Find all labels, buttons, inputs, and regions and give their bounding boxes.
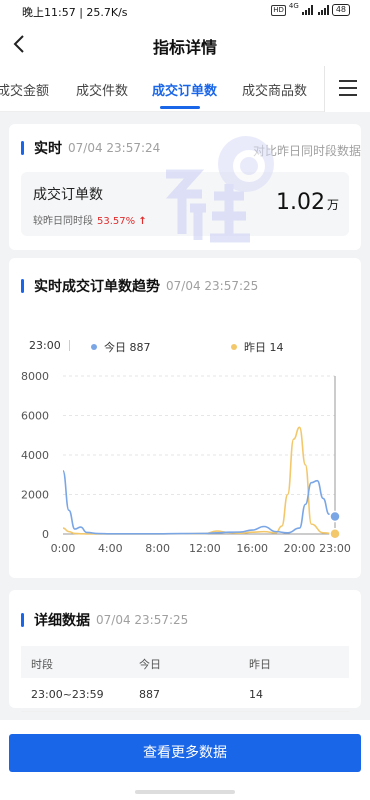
status-bar: 晚上11:57 | 25.7K/s HD 4G 48 xyxy=(0,0,370,22)
y-tick-label: 8000 xyxy=(21,370,49,383)
more-tabs-button[interactable] xyxy=(324,66,370,112)
x-tick-label: 12:00 xyxy=(189,542,221,555)
trend-card: 实时成交订单数趋势 07/04 23:57:25 23:00 今日 887 昨日… xyxy=(9,258,361,578)
detail-header: 详细数据 07/04 23:57:25 xyxy=(21,610,188,630)
section-marker xyxy=(21,141,24,155)
x-tick-label: 20:00 xyxy=(284,542,316,555)
compare-percent: 53.57% xyxy=(97,216,136,227)
series-line-yesterday xyxy=(62,426,336,535)
menu-icon xyxy=(339,80,357,96)
column-header-today: 今日 xyxy=(139,658,161,671)
realtime-card: 实时 07/04 23:57:24 对比昨日同时段数据 成交订单数 较昨日同时段… xyxy=(9,124,361,250)
legend-today: 今日 887 xyxy=(91,339,151,355)
cell-period: 23:00~23:59 xyxy=(31,688,104,701)
trend-header: 实时成交订单数趋势 07/04 23:57:25 xyxy=(21,276,258,296)
legend-time: 23:00 xyxy=(29,339,61,352)
metric-name: 成交订单数 xyxy=(33,187,103,203)
realtime-header: 实时 07/04 23:57:24 xyxy=(21,138,160,158)
metric-tabs: 成交金额 成交件数 成交订单数 成交商品数 xyxy=(0,66,370,112)
yesterday-dot-icon xyxy=(231,344,237,350)
detail-card: 详细数据 07/04 23:57:25 时段 今日 昨日 23:00~23:59… xyxy=(9,590,361,712)
x-tick-label: 23:00 xyxy=(319,542,351,555)
realtime-timestamp: 07/04 23:57:24 xyxy=(68,141,161,155)
metric-value: 1.02 万 xyxy=(276,190,339,215)
y-tick-label: 0 xyxy=(42,528,49,541)
detail-timestamp: 07/04 23:57:25 xyxy=(96,613,189,627)
trend-title: 实时成交订单数趋势 xyxy=(34,279,160,295)
view-more-data-button[interactable]: 查看更多数据 xyxy=(9,734,361,772)
cell-today: 887 xyxy=(139,688,160,701)
detail-title: 详细数据 xyxy=(34,613,90,629)
compare-label: 较昨日同时段 xyxy=(33,216,93,227)
active-tab-indicator xyxy=(160,106,200,109)
legend-today-value: 887 xyxy=(129,340,151,354)
column-header-yesterday: 昨日 xyxy=(249,658,271,671)
chart-legend: 23:00 今日 887 昨日 14 xyxy=(21,336,351,356)
table-row: 23:00~23:59 887 14 xyxy=(21,678,349,712)
legend-yesterday-label: 昨日 xyxy=(244,341,266,354)
section-marker xyxy=(21,613,24,627)
table-header: 时段 今日 昨日 xyxy=(21,646,349,678)
cell-yesterday: 14 xyxy=(249,688,263,701)
signal-icon-2 xyxy=(317,5,329,15)
signal-icon xyxy=(301,5,313,15)
metric-value-unit: 万 xyxy=(326,198,339,212)
x-tick-label: 0:00 xyxy=(51,542,76,555)
tab-sales-amount[interactable]: 成交金额 xyxy=(0,80,49,99)
legend-today-label: 今日 xyxy=(104,341,126,354)
y-tick-label: 4000 xyxy=(21,449,49,462)
trend-line-chart[interactable]: 8000 6000 4000 2000 00:00 4:00 8:00 12:00 16:00 2… xyxy=(9,358,361,563)
battery-icon: 48 xyxy=(331,4,350,16)
tab-item-count[interactable]: 成交件数 xyxy=(76,80,128,99)
nav-bar: 指标详情 xyxy=(0,22,370,66)
watermark-logo-icon xyxy=(165,136,274,243)
y-tick-label: 2000 xyxy=(21,489,49,502)
hd-badge: HD xyxy=(271,4,286,16)
x-tick-label: 8:00 xyxy=(145,542,170,555)
trend-timestamp: 07/04 23:57:25 xyxy=(166,279,259,293)
network-label: 4G xyxy=(288,2,299,10)
section-marker xyxy=(21,279,24,293)
y-tick-label: 6000 xyxy=(21,410,49,423)
x-tick-label: 4:00 xyxy=(98,542,123,555)
series-line-today xyxy=(62,470,336,535)
metric-compare: 较昨日同时段 53.57% ↑ xyxy=(33,212,147,227)
legend-yesterday: 昨日 14 xyxy=(231,339,284,355)
page-title: 指标详情 xyxy=(152,38,217,57)
bottom-bar: 查看更多数据 xyxy=(0,720,370,800)
tab-order-count[interactable]: 成交订单数 xyxy=(152,80,217,99)
status-icons: HD 4G 48 xyxy=(271,2,350,16)
status-time: 晚上11:57 | 25.7K/s xyxy=(22,6,128,19)
column-header-period: 时段 xyxy=(31,658,53,671)
home-indicator xyxy=(135,790,235,794)
up-arrow-icon: ↑ xyxy=(138,216,147,227)
x-tick-label: 16:00 xyxy=(236,542,268,555)
tab-product-count[interactable]: 成交商品数 xyxy=(242,80,307,99)
today-dot-icon xyxy=(91,344,97,350)
realtime-title: 实时 xyxy=(34,141,62,157)
series-endpoint-yesterday xyxy=(329,527,341,540)
legend-separator xyxy=(69,340,70,351)
legend-yesterday-value: 14 xyxy=(269,340,284,354)
series-endpoint-today xyxy=(329,510,341,523)
